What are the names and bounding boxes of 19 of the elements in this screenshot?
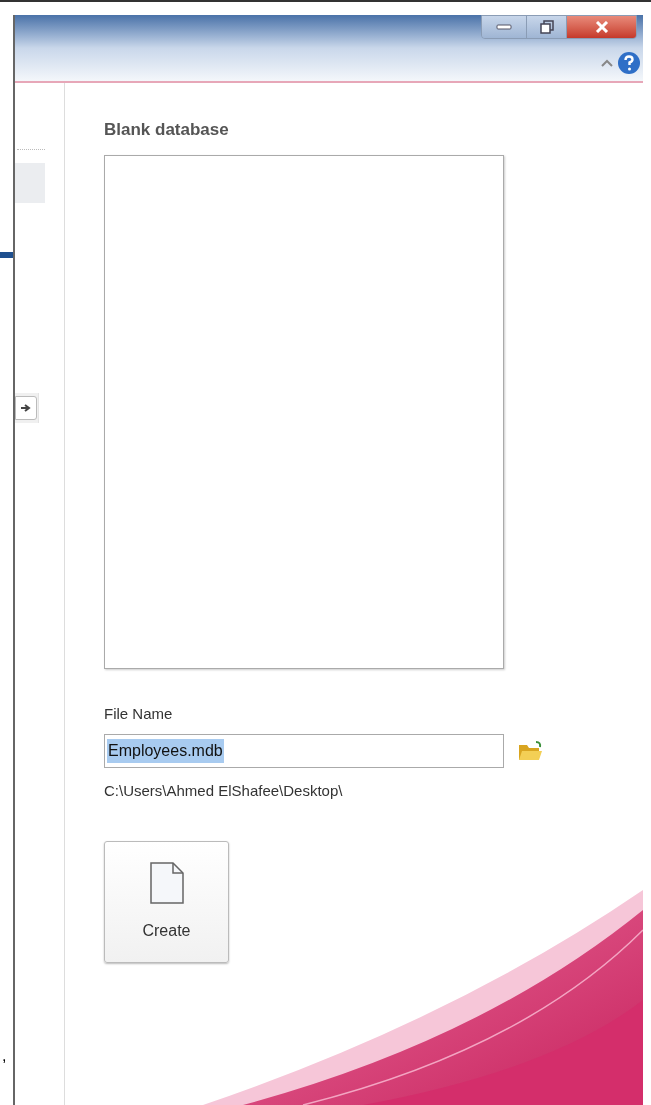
minimize-button[interactable] [482, 16, 526, 38]
close-icon [594, 21, 609, 33]
collapse-ribbon-icon [601, 59, 613, 68]
folder-icon[interactable] [517, 740, 543, 762]
field-label: File Name [104, 703, 174, 724]
selection-marker [0, 252, 13, 258]
minimize-icon [496, 24, 512, 30]
save-path: C:\Users\Ahmed ElShafee\Desktop\ [104, 781, 344, 801]
edge-mark: , [2, 1046, 7, 1066]
restore-button[interactable] [526, 16, 566, 38]
create-button[interactable]: Create [104, 840, 229, 963]
arrow-button[interactable] [15, 396, 37, 420]
arrow-icon [21, 403, 31, 413]
help-icon[interactable] [617, 51, 641, 75]
restore-icon [539, 20, 554, 34]
document-icon [148, 860, 185, 905]
close-button[interactable] [566, 16, 636, 38]
panel-heading: Blank database [104, 119, 230, 141]
file-name-field[interactable]: Employees.mdb [104, 734, 504, 768]
